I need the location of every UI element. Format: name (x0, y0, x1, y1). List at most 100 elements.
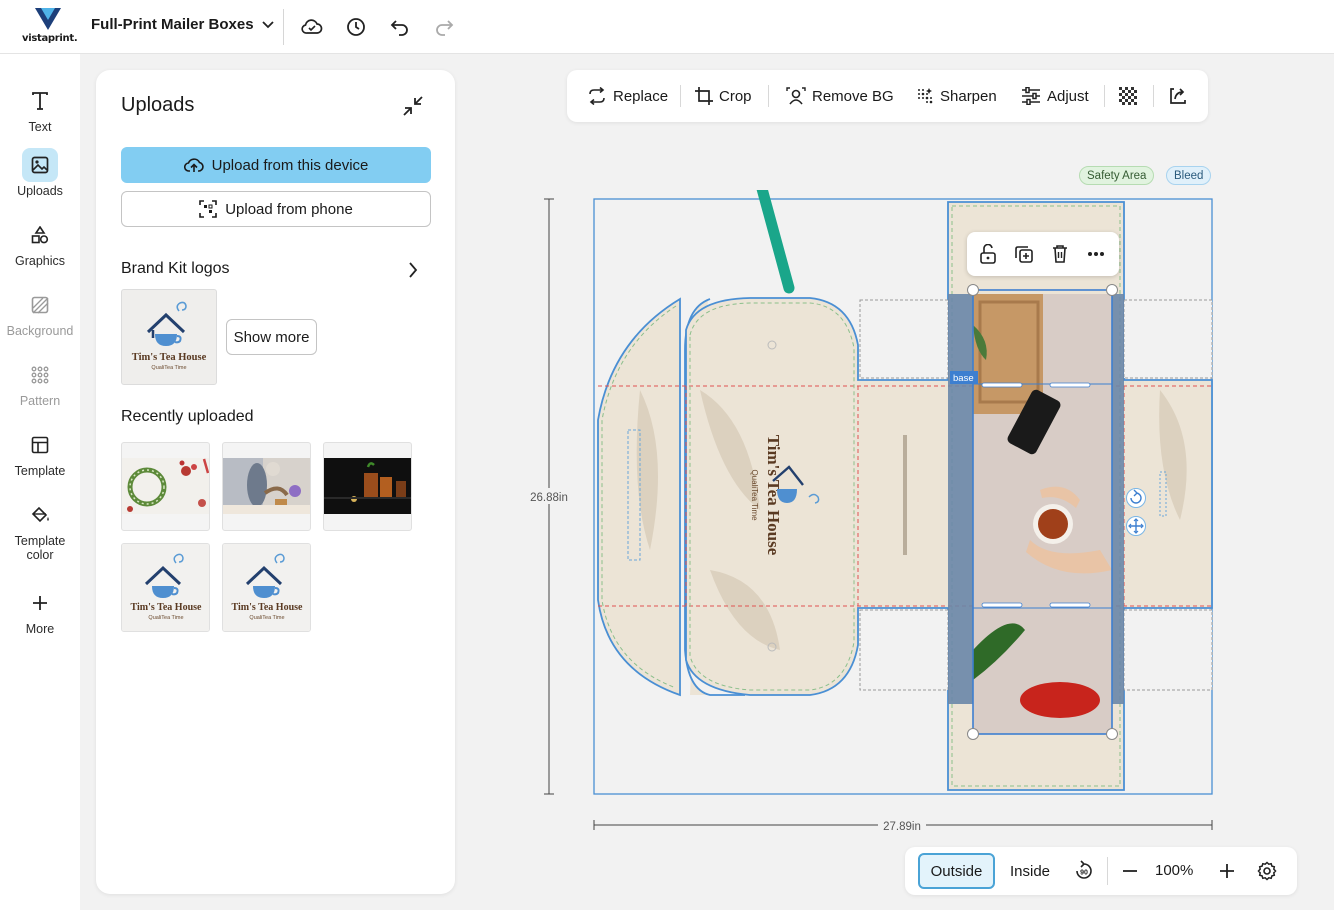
top-bar: vistaprint. Full-Print Mailer Boxes (0, 0, 1334, 54)
chevron-down-icon (261, 20, 274, 28)
brand-kit-heading: Brand Kit logos (121, 260, 230, 277)
redo-icon[interactable] (431, 14, 457, 40)
upload-thumbnail-logo-1[interactable]: Tim's Tea House QualiTea Time (121, 543, 210, 632)
safety-area-toggle[interactable]: Safety Area (1079, 166, 1155, 185)
logo-name: Tim's Tea House (131, 602, 203, 613)
crop-button[interactable]: Crop (695, 83, 752, 109)
vistaprint-logo[interactable]: vistaprint. (22, 8, 78, 46)
rail-item-template[interactable]: Template (0, 428, 80, 478)
logo-tagline: QualiTea Time (249, 615, 284, 621)
rail-label: More (25, 622, 55, 636)
rail-label: Text (28, 120, 52, 134)
transparency-button[interactable] (1119, 83, 1137, 109)
remove-bg-button[interactable]: Remove BG (786, 83, 894, 109)
cloud-upload-icon (183, 158, 204, 172)
upload-phone-label: Upload from phone (225, 200, 353, 218)
outside-view-toggle[interactable]: Outside (918, 853, 995, 889)
collapse-icon[interactable] (401, 94, 425, 118)
zoom-out-icon[interactable] (1118, 859, 1142, 883)
image-icon (31, 156, 49, 174)
image-toolbar: Replace Crop Remove BG Sharpen Adjust (567, 70, 1208, 122)
upload-thumbnail-wreath[interactable] (121, 442, 210, 531)
history-clock-icon[interactable] (343, 14, 369, 40)
adjust-button[interactable]: Adjust (1021, 83, 1089, 109)
logo-wordmark: vistaprint. (22, 33, 78, 44)
left-rail: Text Uploads Graphics Background Pattern… (0, 54, 80, 910)
zoom-level: 100% (1155, 862, 1194, 879)
replace-icon (589, 87, 605, 105)
panel-title: Uploads (121, 94, 195, 116)
remove-bg-label: Remove BG (812, 87, 894, 105)
crop-icon (695, 87, 713, 105)
chevron-right-icon[interactable] (403, 260, 423, 280)
crop-label: Crop (719, 87, 752, 105)
upload-thumbnail-logo-2[interactable]: Tim's Tea House QualiTea Time (222, 543, 311, 632)
height-label: 26.88in (530, 492, 568, 504)
qr-scan-icon (199, 200, 218, 218)
sharpen-button[interactable]: Sharpen (916, 83, 997, 109)
width-dimension: 27.89in (593, 818, 1213, 834)
upload-device-label: Upload from this device (211, 156, 369, 174)
tea-pour-photo (223, 458, 310, 514)
arrange-layer-icon (1170, 88, 1186, 104)
arrange-button[interactable] (1168, 83, 1188, 109)
plus-icon (33, 596, 47, 610)
rail-item-pattern[interactable]: Pattern (0, 358, 80, 408)
rail-item-graphics[interactable]: Graphics (0, 218, 80, 268)
rail-item-uploads[interactable]: Uploads (0, 148, 80, 198)
wreath-photo (122, 458, 209, 514)
view-controls: Outside Inside 90 100% (905, 847, 1297, 895)
rotate-handle-icon[interactable] (1126, 488, 1146, 508)
zoom-in-icon[interactable] (1215, 859, 1239, 883)
template-icon (31, 436, 49, 454)
upload-from-phone-button[interactable]: Upload from phone (121, 191, 431, 227)
recently-uploaded-heading: Recently uploaded (121, 408, 254, 425)
toolbar-separator (768, 85, 769, 107)
rail-label: Background (6, 324, 74, 338)
delete-trash-icon[interactable] (1048, 242, 1072, 266)
rail-label: Template (14, 534, 66, 548)
sharpen-label: Sharpen (940, 87, 997, 105)
text-icon (32, 92, 48, 110)
height-dimension: 26.88in (526, 198, 572, 795)
rail-label: Pattern (19, 394, 61, 408)
upload-thumbnail-tea-pour[interactable] (222, 442, 311, 531)
rail-item-template-color[interactable]: Template color (0, 498, 80, 562)
show-more-button[interactable]: Show more (226, 319, 317, 355)
rail-item-background[interactable]: Background (0, 288, 80, 338)
upload-thumbnail-drinks[interactable] (323, 442, 412, 531)
design-canvas[interactable]: 26.88in 27.89in Tim's Tea House QualiTea… (520, 190, 1240, 840)
rotate-90-icon[interactable]: 90 (1072, 859, 1096, 883)
shapes-icon (31, 226, 49, 244)
more-options-icon[interactable] (1084, 242, 1108, 266)
brand-logo-tagline: QualiTea Time (151, 365, 186, 371)
adjust-label: Adjust (1047, 87, 1089, 105)
settings-gear-icon[interactable] (1255, 859, 1279, 883)
product-title-dropdown[interactable]: Full-Print Mailer Boxes (91, 16, 274, 33)
move-handle-icon[interactable] (1126, 516, 1146, 536)
brand-kit-logo-tile[interactable]: Tim's Tea House QualiTea Time (121, 289, 217, 385)
toolbar-separator (680, 85, 681, 107)
width-label: 27.89in (883, 821, 921, 833)
bottom-separator (1107, 857, 1108, 885)
replace-button[interactable]: Replace (587, 83, 668, 109)
bleed-toggle[interactable]: Bleed (1166, 166, 1212, 185)
selected-photo[interactable]: base (948, 284, 1124, 740)
rail-item-more[interactable]: More (0, 586, 80, 636)
brand-logo-name: Tim's Tea House (132, 352, 207, 363)
toolbar-separator (1104, 85, 1105, 107)
replace-label: Replace (613, 87, 669, 105)
undo-icon[interactable] (387, 14, 413, 40)
inside-view-toggle[interactable]: Inside (997, 853, 1063, 889)
unlock-icon[interactable] (976, 242, 1000, 266)
tea-house-logo: Tim's Tea House QualiTea Time (122, 544, 209, 631)
cloud-save-icon[interactable] (299, 14, 325, 40)
duplicate-icon[interactable] (1012, 242, 1036, 266)
logo-name: Tim's Tea House (232, 602, 304, 613)
element-context-toolbar (967, 232, 1119, 276)
remove-background-icon (786, 87, 806, 105)
rail-item-text[interactable]: Text (0, 84, 80, 134)
dark-drinks-photo (324, 458, 411, 514)
vistaprint-logo-icon (35, 8, 61, 30)
upload-from-device-button[interactable]: Upload from this device (121, 147, 431, 183)
